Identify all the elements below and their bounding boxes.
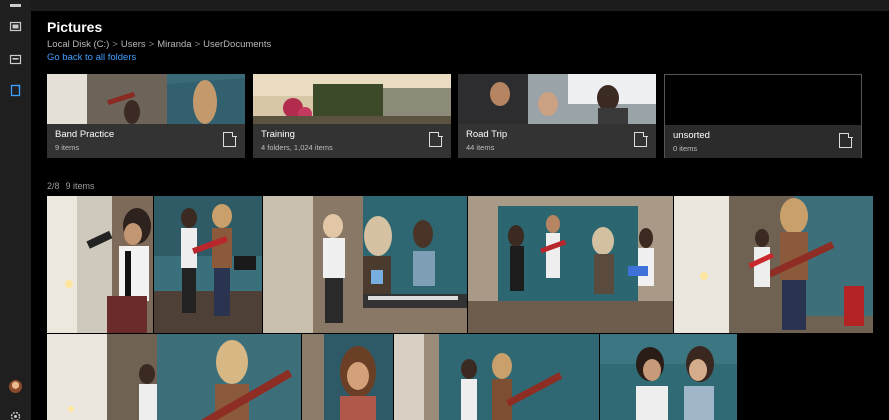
breadcrumb: Local Disk (C:) > Users > Miranda > UserDocume… [47, 39, 271, 50]
folder-thumbnail [47, 74, 245, 124]
photo-thumbnail[interactable] [47, 334, 301, 420]
page-title: Pictures [47, 19, 103, 35]
folder-name: Training [261, 129, 295, 140]
breadcrumb-item[interactable]: Miranda [157, 39, 191, 50]
albums-icon[interactable] [0, 47, 31, 71]
chevron-right-icon: > [194, 39, 201, 50]
gallery-count: 2/8 9 items [47, 181, 95, 191]
folder-count: 4 folders, 1,024 items [261, 143, 333, 152]
photo-thumbnail[interactable] [47, 196, 153, 333]
gallery-position: 2/8 [47, 181, 60, 191]
settings-icon[interactable] [0, 404, 31, 420]
folder-name: Road Trip [466, 129, 508, 140]
folder-tile-training[interactable]: Training 4 folders, 1,024 items [253, 74, 451, 158]
folder-tile-band-practice[interactable]: Band Practice 9 items [47, 74, 245, 158]
photo-thumbnail[interactable] [263, 196, 467, 333]
photo-thumbnail[interactable] [394, 334, 599, 420]
folder-thumbnail [458, 74, 656, 124]
folder-action-icon[interactable] [634, 131, 648, 147]
folder-count: 9 items [55, 143, 80, 152]
folder-thumbnail [253, 74, 451, 124]
chevron-right-icon: > [148, 39, 155, 50]
folder-count: 44 items [466, 143, 495, 152]
folders-icon[interactable] [0, 78, 31, 102]
folder-action-icon[interactable] [429, 131, 443, 147]
photo-thumbnail[interactable] [600, 334, 737, 420]
photo-thumbnail[interactable] [468, 196, 673, 333]
photo-thumbnail[interactable] [674, 196, 873, 333]
nav-rail [0, 0, 31, 420]
breadcrumb-item[interactable]: Local Disk (C:) [47, 39, 109, 50]
breadcrumb-item[interactable]: UserDocuments [203, 39, 271, 50]
photo-thumbnail[interactable] [154, 196, 262, 333]
folder-count: 0 items [673, 144, 698, 153]
back-to-folders-link[interactable]: Go back to all folders [47, 52, 136, 63]
folder-name: Band Practice [55, 129, 115, 140]
chevron-right-icon: > [112, 39, 118, 50]
gallery-item-count: 9 items [65, 181, 95, 191]
folder-tile-road-trip[interactable]: Road Trip 44 items [458, 74, 656, 158]
gallery-icon[interactable] [0, 14, 31, 38]
avatar[interactable] [9, 380, 22, 393]
title-bar [31, 0, 889, 11]
hamburger-icon[interactable] [0, 0, 31, 13]
folder-action-icon[interactable] [839, 132, 853, 148]
folder-tile-unsorted[interactable]: unsorted 0 items [664, 74, 862, 158]
folder-name: unsorted [673, 130, 710, 141]
photo-thumbnail[interactable] [302, 334, 393, 420]
folder-action-icon[interactable] [223, 131, 237, 147]
breadcrumb-item[interactable]: Users [121, 39, 146, 50]
